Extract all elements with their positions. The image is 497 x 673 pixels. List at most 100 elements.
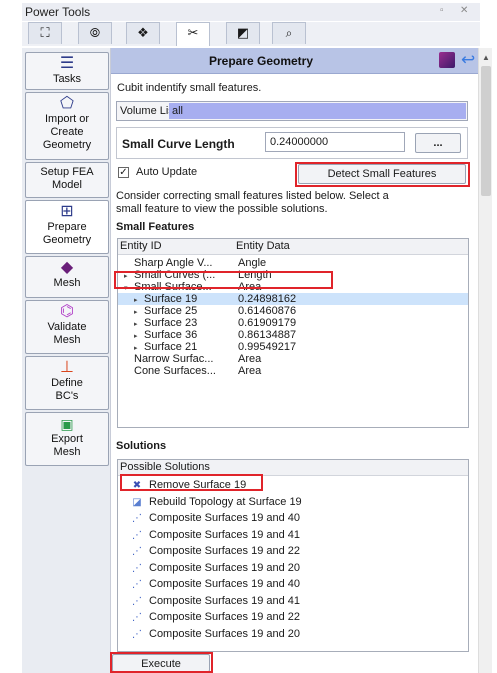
solution-label: Composite Surfaces 19 and 40 bbox=[149, 578, 301, 590]
composite-surfaces-icon: ⋰ bbox=[132, 513, 142, 524]
sidebar-item-define-bcs[interactable]: ⊥ Define BC's bbox=[25, 356, 109, 410]
solution-item[interactable]: ⋰ Composite Surfaces 19 and 22 bbox=[130, 544, 300, 558]
tree-row[interactable]: ▸ Surface 25 0.61460876 bbox=[118, 305, 468, 317]
entity-data-column-header[interactable]: Entity Data bbox=[236, 240, 290, 252]
tab-mesh-tool[interactable]: ⛶ bbox=[28, 22, 62, 44]
small-curve-length-label: Small Curve Length bbox=[122, 137, 235, 151]
tree-header: Entity ID Entity Data bbox=[118, 239, 468, 255]
scroll-up-icon[interactable]: ▲ bbox=[482, 53, 490, 62]
tab-cluster-tool[interactable]: ❖ bbox=[126, 22, 160, 44]
composite-surfaces-icon: ⋰ bbox=[132, 628, 142, 640]
list-icon: ☰ bbox=[59, 55, 75, 72]
sidebar-item-setup-fea-model[interactable]: Setup FEA Model bbox=[25, 162, 109, 198]
tree-row[interactable]: ▸ Surface 21 0.99549217 bbox=[118, 341, 468, 353]
tree-row[interactable]: ▸ Surface 19 0.24898162 bbox=[118, 293, 468, 305]
auto-update-label: Auto Update bbox=[136, 166, 198, 178]
sidebar-item-tasks[interactable]: ☰ Tasks bbox=[25, 52, 109, 90]
entity-id-column-header[interactable]: Entity ID bbox=[120, 240, 162, 252]
tab-search[interactable]: ⌕ bbox=[272, 22, 306, 44]
geometry-import-icon: ⬠ bbox=[60, 95, 74, 112]
cluster-tool-icon: ❖ bbox=[137, 25, 149, 40]
solution-item[interactable]: ⋰ Composite Surfaces 19 and 41 bbox=[130, 594, 300, 608]
tree-row-entity-data: 0.61460876 bbox=[238, 305, 297, 317]
tree-row[interactable]: Sharp Angle V... Angle bbox=[118, 257, 468, 269]
geometry-tool-icon: ⦾ bbox=[89, 25, 101, 40]
composite-surfaces-icon: ⋰ bbox=[132, 579, 142, 590]
tree-row-entity-data: 0.99549217 bbox=[238, 341, 297, 353]
solution-item[interactable]: ✖ Remove Surface 19 bbox=[130, 478, 246, 492]
tree-row[interactable]: ▾ Small Surface... Area bbox=[118, 281, 468, 293]
tab-geometry-tool[interactable]: ⦾ bbox=[78, 22, 112, 44]
intro-text: Cubit indentify small features. bbox=[117, 82, 262, 94]
browse-button[interactable]: ... bbox=[415, 133, 461, 153]
float-window-icon[interactable]: ▫ bbox=[440, 5, 444, 16]
rebuild-topology-icon: ◪ bbox=[132, 496, 142, 508]
tree-row-entity-data: Angle bbox=[238, 257, 267, 269]
define-bc-icon: ⊥ bbox=[60, 359, 74, 376]
tree-row-entity-id: Narrow Surfac... bbox=[134, 353, 214, 365]
solution-item[interactable]: ⋰ Composite Surfaces 19 and 41 bbox=[130, 528, 300, 542]
prepare-geometry-tab-icon: ✂ bbox=[187, 25, 199, 40]
sidebar-item-validate-mesh[interactable]: ⌬ Validate Mesh bbox=[25, 300, 109, 354]
solution-label: Composite Surfaces 19 and 41 bbox=[149, 594, 301, 607]
panel-header: Prepare Geometry ↩ bbox=[111, 48, 481, 74]
solutions-heading: Solutions bbox=[116, 440, 167, 452]
detect-small-features-button[interactable]: Detect Small Features bbox=[298, 164, 466, 184]
window-title: Power Tools bbox=[25, 5, 91, 19]
sidebar-item-import-create-geometry[interactable]: ⬠ Import or Create Geometry bbox=[25, 92, 109, 160]
mesh-cube-icon: ◆ bbox=[60, 259, 74, 276]
composite-surfaces-icon: ⋰ bbox=[132, 546, 142, 557]
prepare-geometry-icon: ⊞ bbox=[60, 203, 74, 220]
small-features-heading: Small Features bbox=[116, 221, 195, 233]
tree-row-entity-id: Sharp Angle V... bbox=[134, 257, 213, 269]
tree-row-entity-data: Length bbox=[238, 269, 272, 281]
close-window-icon[interactable]: ✕ bbox=[460, 5, 468, 16]
tab-prepare-geometry[interactable]: ✂ bbox=[176, 22, 210, 46]
tree-row[interactable]: ▸ Small Curves (... Length bbox=[118, 269, 468, 281]
tree-row[interactable]: Narrow Surfac... Area bbox=[118, 353, 468, 365]
composite-surfaces-icon: ⋰ bbox=[132, 529, 142, 541]
solution-label: Rebuild Topology at Surface 19 bbox=[149, 495, 302, 508]
tree-row[interactable]: Cone Surfaces... Area bbox=[118, 365, 468, 377]
sidebar-item-prepare-geometry[interactable]: ⊞ Prepare Geometry bbox=[25, 200, 109, 254]
composite-surfaces-icon: ⋰ bbox=[132, 562, 142, 574]
solution-label: Composite Surfaces 19 and 20 bbox=[149, 561, 301, 574]
composite-surfaces-icon: ⋰ bbox=[132, 612, 142, 623]
solution-label: Composite Surfaces 19 and 22 bbox=[149, 545, 301, 557]
validate-mesh-icon: ⌬ bbox=[60, 303, 74, 320]
tree-row-entity-data: Area bbox=[238, 365, 262, 377]
tree-row[interactable]: ▸ Surface 23 0.61909179 bbox=[118, 317, 468, 329]
solution-item[interactable]: ◪ Rebuild Topology at Surface 19 bbox=[130, 495, 302, 509]
solution-item[interactable]: ⋰ Composite Surfaces 19 and 22 bbox=[130, 610, 300, 624]
tool-tabs: ⛶ ⦾ ❖ ✂ ◩ ⌕ bbox=[22, 22, 480, 46]
tab-image[interactable]: ◩ bbox=[226, 22, 260, 44]
solution-item[interactable]: ⋰ Composite Surfaces 19 and 20 bbox=[130, 561, 300, 575]
solution-item[interactable]: ⋰ Composite Surfaces 19 and 40 bbox=[130, 577, 300, 591]
save-icon: ▣ bbox=[60, 416, 74, 432]
solution-item[interactable]: ⋰ Composite Surfaces 19 and 20 bbox=[130, 627, 300, 641]
small-features-tree[interactable]: Entity ID Entity Data Sharp Angle V... An… bbox=[117, 238, 469, 428]
small-curve-length-group: Small Curve Length 0.24000000 ... bbox=[116, 127, 468, 159]
scrollbar-thumb[interactable] bbox=[481, 66, 491, 196]
solution-label: Composite Surfaces 19 and 40 bbox=[149, 512, 301, 524]
panel-scrollbar[interactable]: ▲ bbox=[478, 48, 492, 673]
tree-row-entity-data: 0.24898162 bbox=[238, 293, 297, 305]
remove-surface-icon: ✖ bbox=[132, 480, 142, 491]
image-tab-icon: ◩ bbox=[236, 25, 250, 40]
auto-update-checkbox[interactable]: ✓ bbox=[118, 167, 129, 178]
tree-row-entity-data: 0.61909179 bbox=[238, 317, 297, 329]
tree-row[interactable]: ▸ Surface 36 0.86134887 bbox=[118, 329, 468, 341]
small-curve-length-input[interactable]: 0.24000000 bbox=[265, 132, 405, 152]
back-arrow-icon[interactable]: ↩ bbox=[461, 50, 475, 70]
sidebar-item-export-mesh[interactable]: ▣ Export Mesh bbox=[25, 412, 109, 466]
execute-button[interactable]: Execute bbox=[112, 654, 210, 672]
possible-solutions-header: Possible Solutions bbox=[118, 460, 468, 476]
possible-solutions-list[interactable]: Possible Solutions ✖ Remove Surface 19 ◪ Re… bbox=[117, 459, 469, 652]
tree-row-entity-data: Area bbox=[238, 281, 262, 293]
composite-surfaces-icon: ⋰ bbox=[132, 595, 142, 607]
sidebar-item-mesh[interactable]: ◆ Mesh bbox=[25, 256, 109, 298]
solution-item[interactable]: ⋰ Composite Surfaces 19 and 40 bbox=[130, 511, 300, 525]
mesh-cube-icon bbox=[439, 52, 455, 68]
tree-row-entity-id: Cone Surfaces... bbox=[134, 365, 216, 377]
volume-list-input[interactable]: all bbox=[169, 103, 466, 119]
